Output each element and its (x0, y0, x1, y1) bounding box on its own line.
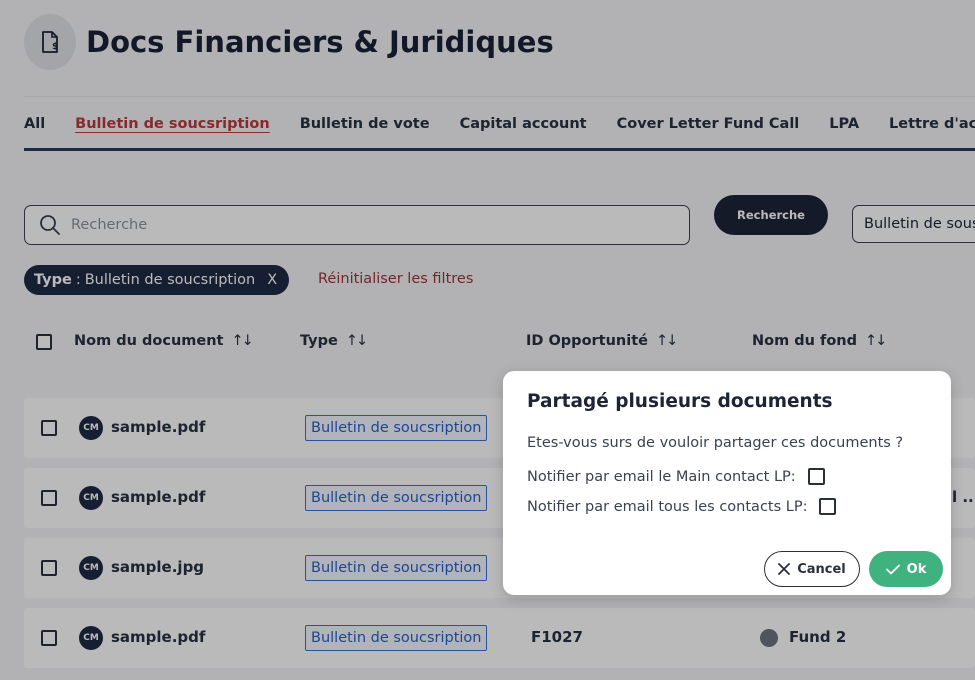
ok-button[interactable]: Ok (869, 551, 943, 587)
cancel-button[interactable]: Cancel (764, 551, 860, 587)
notify-main-contact-row: Notifier par email le Main contact LP: (527, 468, 825, 485)
notify-all-contacts-checkbox[interactable] (819, 498, 837, 515)
share-documents-dialog: Partagé plusieurs documents Etes-vous su… (503, 371, 951, 595)
dialog-question: Etes-vous surs de vouloir partager ces d… (527, 435, 904, 451)
ok-button-label: Ok (906, 561, 927, 577)
cancel-button-label: Cancel (797, 561, 846, 577)
notify-all-contacts-row: Notifier par email tous les contacts LP: (527, 498, 837, 515)
notify-main-contact-label: Notifier par email le Main contact LP: (527, 468, 796, 485)
check-icon (885, 564, 900, 575)
notify-main-contact-checkbox[interactable] (807, 468, 825, 485)
close-icon (778, 563, 791, 575)
notify-all-contacts-label: Notifier par email tous les contacts LP: (527, 498, 808, 515)
dialog-title: Partagé plusieurs documents (527, 391, 833, 412)
